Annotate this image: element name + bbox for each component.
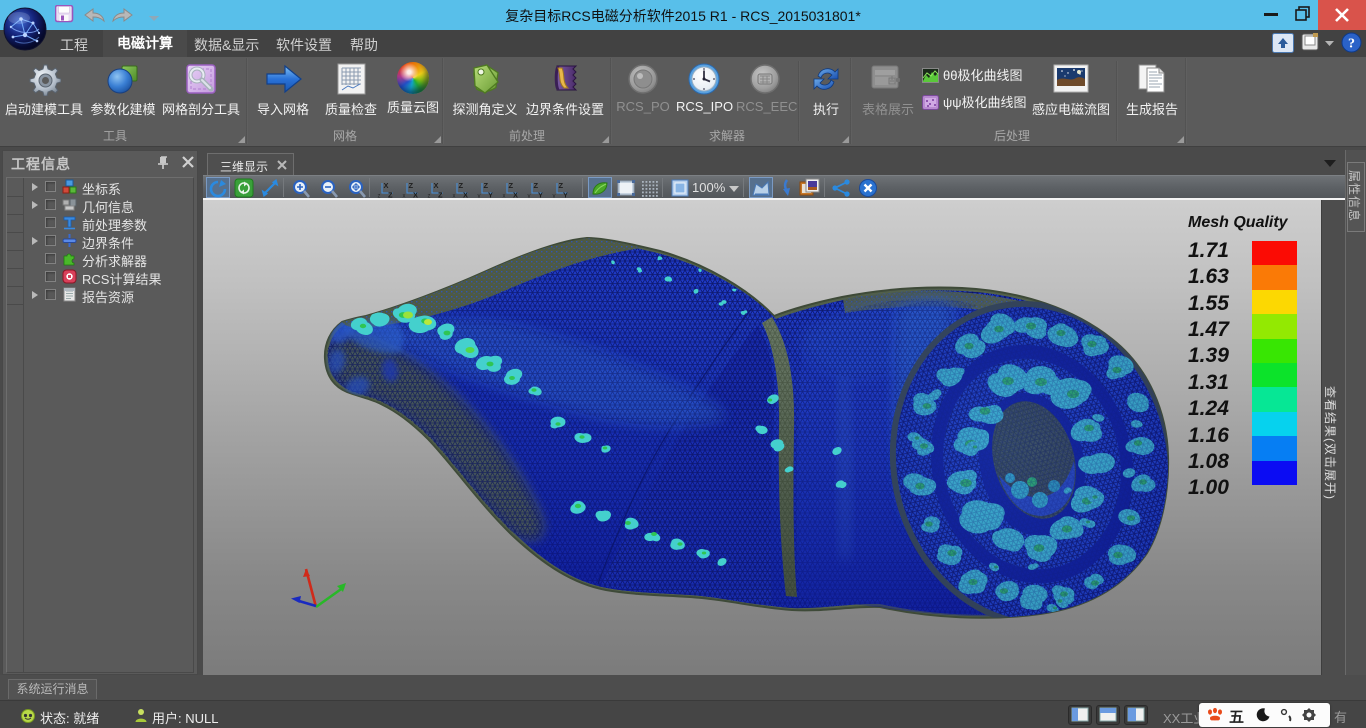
svg-text:Z: Z — [534, 181, 539, 190]
svg-text:X: X — [434, 181, 439, 190]
svg-text:X: X — [384, 181, 389, 190]
svg-text:?: ? — [1348, 37, 1355, 52]
svg-text:X: X — [463, 191, 468, 199]
svg-text:Y: Y — [538, 191, 543, 199]
svg-text:Y: Y — [488, 191, 493, 199]
svg-text:Z: Z — [438, 191, 443, 199]
svg-text:Z: Z — [559, 181, 564, 190]
svg-text:Z: Z — [388, 191, 393, 199]
svg-text:Z: Z — [509, 181, 514, 190]
svg-text:Z: Z — [459, 181, 464, 190]
svg-text:X: X — [513, 191, 518, 199]
svg-text:Z: Z — [484, 181, 489, 190]
svg-text:X: X — [413, 191, 418, 199]
svg-text:Y: Y — [563, 191, 568, 199]
svg-text:Z: Z — [409, 181, 414, 190]
